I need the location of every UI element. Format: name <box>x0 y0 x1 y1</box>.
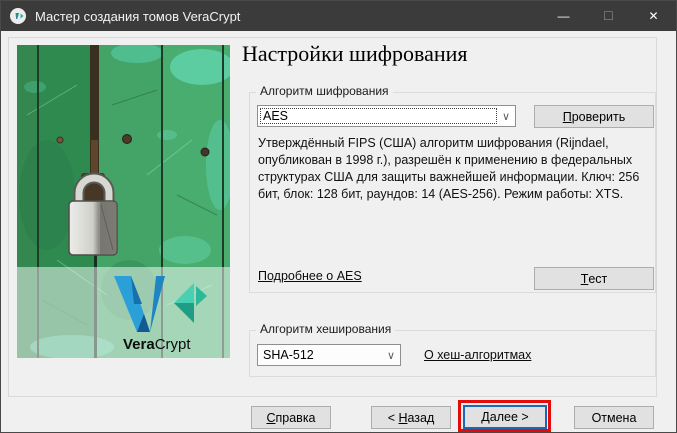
encryption-group-label: Алгоритм шифрования <box>256 84 393 98</box>
encryption-algorithm-group: Алгоритм шифрования AES ∨ Проверить Утве… <box>249 92 656 293</box>
hash-info-link[interactable]: О хеш-алгоритмах <box>424 348 531 362</box>
maximize-icon: ☐ <box>603 9 614 23</box>
back-button[interactable]: < Назад <box>371 406 451 429</box>
hash-algorithm-group: Алгоритм хеширования SHA-512 ∨ О хеш-алг… <box>249 330 656 377</box>
veracrypt-wizard-window: { "window": { "title": "Мастер создания … <box>0 0 677 433</box>
chevron-down-icon: ∨ <box>382 349 400 362</box>
wizard-page-panel: VeraCrypt Настройки шифрования Алгоритм … <box>8 37 657 397</box>
minimize-button[interactable]: — <box>541 1 586 31</box>
door-padlock-photo: VeraCrypt <box>17 45 230 358</box>
wizard-dialog: VeraCrypt Настройки шифрования Алгоритм … <box>1 31 676 432</box>
close-icon: ✕ <box>648 9 658 23</box>
help-button[interactable]: Справка <box>251 406 331 429</box>
veracrypt-wordmark: VeraCrypt <box>123 336 191 353</box>
next-button[interactable]: Далее > <box>463 405 547 429</box>
window-controls: — ☐ ✕ <box>541 1 676 31</box>
hash-algorithm-select[interactable]: SHA-512 ∨ <box>257 344 401 366</box>
close-button[interactable]: ✕ <box>631 1 676 31</box>
maximize-button[interactable]: ☐ <box>586 1 631 31</box>
window-title: Мастер создания томов VeraCrypt <box>35 9 240 24</box>
minimize-icon: — <box>558 9 570 23</box>
algorithm-description: Утверждённый FIPS (США) алгоритм шифрова… <box>258 135 656 203</box>
encryption-algorithm-select[interactable]: AES ∨ <box>257 105 516 127</box>
hash-algorithm-value: SHA-512 <box>258 348 382 362</box>
more-about-aes-link[interactable]: Подробнее о AES <box>258 269 362 283</box>
hash-group-label: Алгоритм хеширования <box>256 322 395 336</box>
titlebar: Мастер создания томов VeraCrypt — ☐ ✕ <box>1 1 676 31</box>
cancel-button[interactable]: Отмена <box>574 406 654 429</box>
chevron-down-icon: ∨ <box>497 110 515 123</box>
page-title: Настройки шифрования <box>242 41 468 67</box>
encryption-algorithm-value: AES <box>260 108 497 124</box>
test-button[interactable]: Тест <box>534 267 654 290</box>
benchmark-button[interactable]: Проверить <box>534 105 654 128</box>
veracrypt-app-icon <box>9 7 27 25</box>
